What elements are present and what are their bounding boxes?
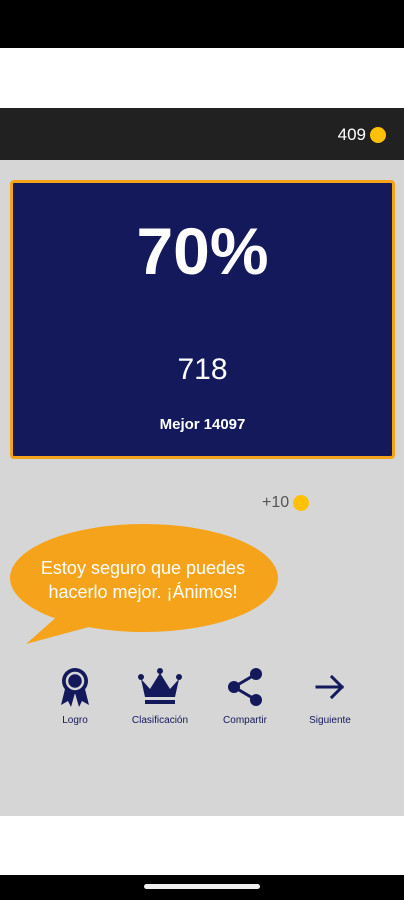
coin-bonus: +10 xyxy=(262,494,310,512)
next-label: Siguiente xyxy=(309,715,351,726)
next-button[interactable]: Siguiente xyxy=(285,665,375,735)
bottom-spacer xyxy=(0,816,404,875)
share-icon xyxy=(228,668,262,706)
action-bar: Logro Clasificación Compartir Siguiente xyxy=(0,665,404,745)
coin-icon xyxy=(293,495,310,511)
coin-count: 409 xyxy=(337,125,366,144)
award-ribbon-icon xyxy=(61,668,89,707)
navigation-bar xyxy=(0,875,404,900)
score-card: 70% 718 Mejor 14097 xyxy=(10,180,395,459)
share-label: Compartir xyxy=(223,715,267,726)
score-value: 718 xyxy=(177,353,228,386)
result-screen: 70% 718 Mejor 14097 +10 Estoy seguro que … xyxy=(0,160,404,816)
encouragement-message: Estoy seguro que puedes hacerlo mejor. ¡… xyxy=(18,556,268,604)
crown-icon xyxy=(138,668,182,704)
best-score: Mejor 14097 xyxy=(13,416,392,433)
encouragement-line-1: Estoy seguro que puedes xyxy=(40,558,246,578)
coin-balance: 409 xyxy=(338,125,386,145)
best-score-value: 14097 xyxy=(203,416,246,433)
achievement-button[interactable]: Logro xyxy=(30,665,120,735)
app-bar: 409 xyxy=(0,108,404,160)
coin-bonus-text: +10 xyxy=(262,494,290,511)
leaderboard-label: Clasificación xyxy=(131,715,189,726)
share-button[interactable]: Compartir xyxy=(200,665,290,735)
encouragement-line-2: hacerlo mejor. ¡Ánimos! xyxy=(48,582,238,602)
home-indicator[interactable] xyxy=(144,884,260,889)
speech-bubble: Estoy seguro que puedes hacerlo mejor. ¡… xyxy=(8,524,278,646)
accuracy-percent: 70% xyxy=(136,214,269,288)
best-score-label: Mejor xyxy=(159,416,200,433)
achievement-label: Logro xyxy=(62,715,88,726)
status-bar xyxy=(0,0,404,48)
coin-icon xyxy=(370,127,386,143)
arrow-right-icon xyxy=(315,674,345,700)
top-spacer xyxy=(0,48,404,108)
leaderboard-button[interactable]: Clasificación xyxy=(115,665,205,735)
